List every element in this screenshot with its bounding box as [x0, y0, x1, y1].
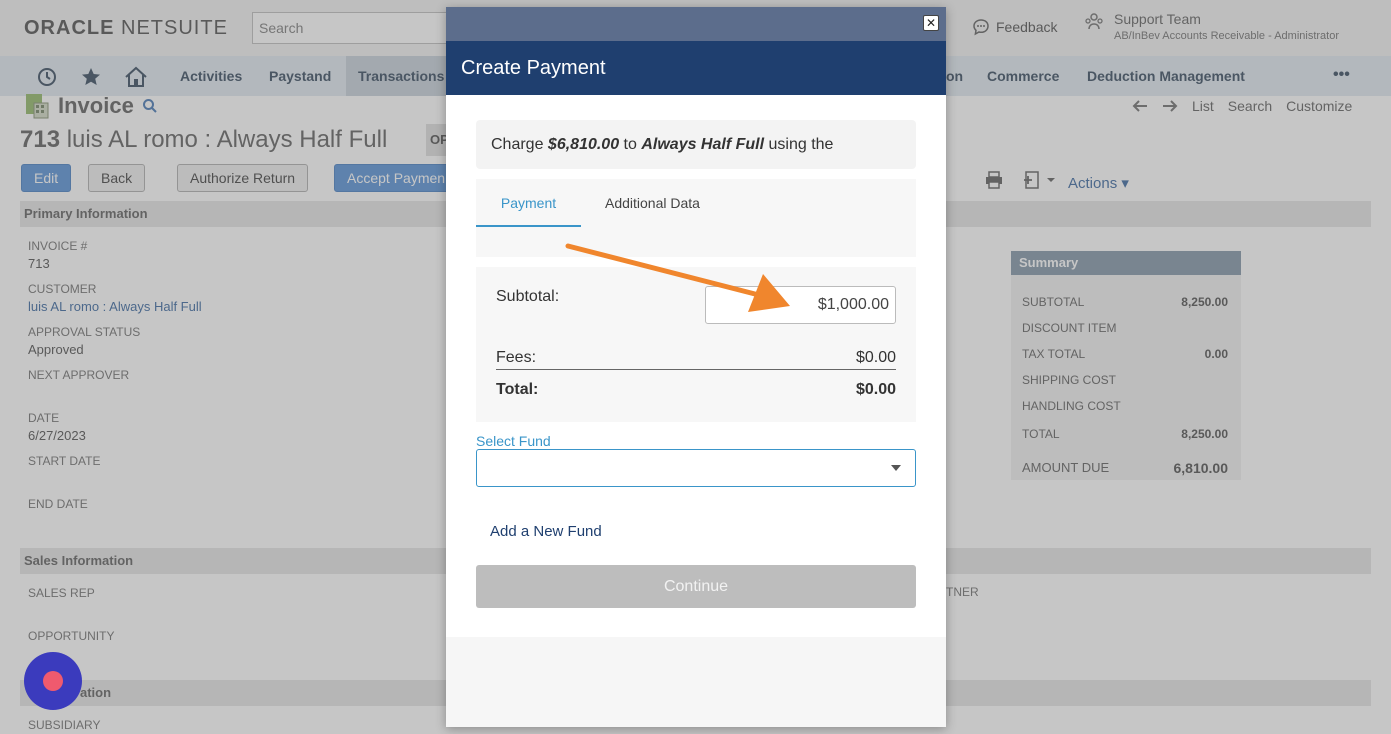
charge-prefix: Charge	[491, 136, 548, 153]
add-new-fund-link[interactable]: Add a New Fund	[490, 523, 602, 540]
charge-amount: $6,810.00	[547, 136, 620, 153]
create-payment-dialog: ✕ Create Payment Charge $6,810.00 to Alw…	[446, 7, 946, 727]
tab-payment[interactable]: Payment	[476, 195, 581, 227]
charge-customer: Always Half Full	[641, 136, 765, 153]
total-label: Total:	[496, 381, 539, 398]
caret-down-icon	[891, 465, 901, 471]
dialog-body: Charge $6,810.00 to Always Half Full usi…	[446, 95, 946, 637]
annotation-arrow-icon	[565, 243, 790, 312]
close-icon[interactable]: ✕	[923, 15, 939, 31]
charge-suffix: using the	[764, 136, 834, 153]
charge-mid: to	[619, 136, 642, 153]
select-fund-dropdown[interactable]	[476, 449, 916, 487]
record-dot-icon	[43, 671, 63, 691]
total-row: Total: $0.00	[496, 381, 896, 399]
fees-label: Fees:	[496, 349, 537, 366]
dialog-titlebar: ✕	[446, 7, 946, 41]
fees-row: Fees: $0.00	[496, 349, 896, 370]
subtotal-label: Subtotal:	[496, 288, 560, 305]
chat-widget-button[interactable]	[24, 652, 82, 710]
tab-additional-data[interactable]: Additional Data	[605, 195, 700, 211]
continue-button[interactable]: Continue	[476, 565, 916, 608]
charge-summary: Charge $6,810.00 to Always Half Full usi…	[476, 120, 916, 169]
fees-value: $0.00	[855, 349, 896, 366]
dialog-header: Create Payment	[446, 41, 946, 95]
select-fund-label: Select Fund	[476, 433, 551, 449]
total-value: $0.00	[855, 381, 896, 398]
dialog-title: Create Payment	[461, 57, 606, 79]
